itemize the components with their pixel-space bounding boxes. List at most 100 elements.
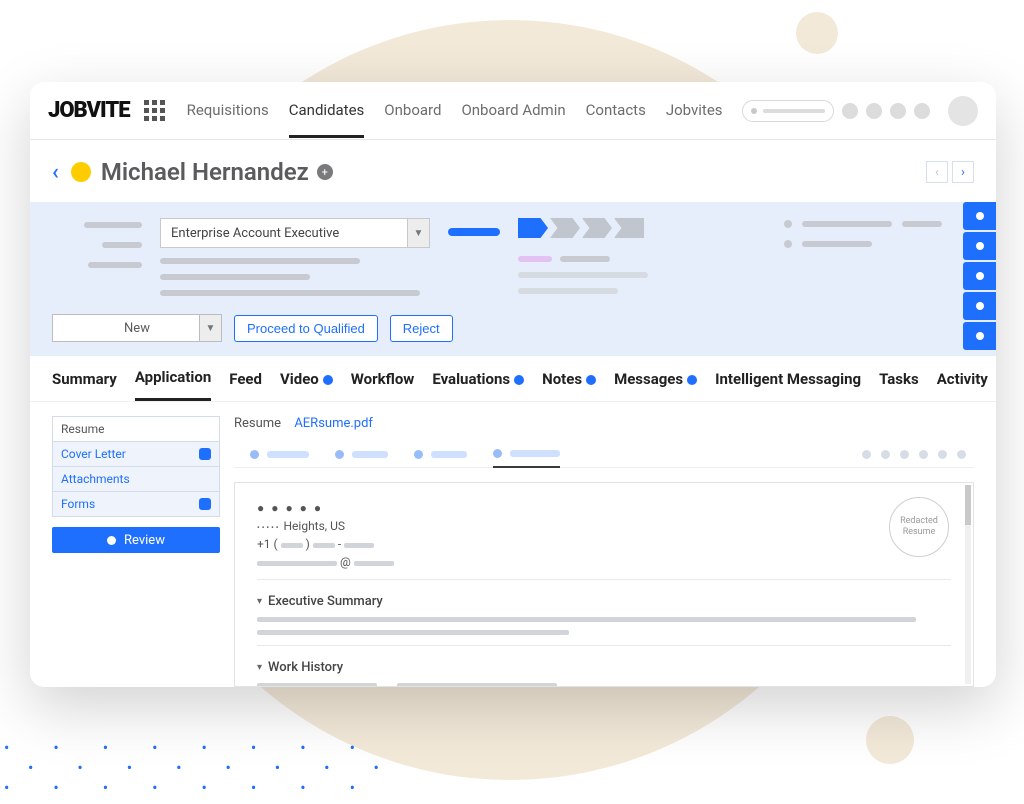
search-input[interactable] (742, 100, 834, 122)
pager-prev[interactable]: ‹ (926, 161, 948, 183)
dot-icon (107, 536, 116, 545)
add-icon[interactable]: + (317, 164, 333, 180)
application-body: Resume Cover Letter Attachments Forms Re… (30, 402, 996, 687)
nav-requisitions[interactable]: Requisitions (187, 83, 269, 138)
chevron-down-icon: ▾ (257, 662, 262, 673)
decorative-circle (866, 716, 914, 764)
status-select[interactable]: New ▼ (52, 314, 222, 342)
nav-contacts[interactable]: Contacts (586, 83, 646, 138)
nav-onboard-admin[interactable]: Onboard Admin (461, 83, 565, 138)
topbar-action-icon[interactable] (890, 103, 906, 119)
stage-step[interactable] (518, 218, 548, 238)
candidate-info-panel: Enterprise Account Executive ▼ (30, 202, 996, 356)
stage-step[interactable] (550, 218, 580, 238)
stage-progress[interactable] (518, 218, 648, 238)
main-nav: Requisitions Candidates Onboard Onboard … (187, 83, 723, 138)
subnav-cover-letter[interactable]: Cover Letter (52, 442, 220, 467)
status-square-icon (199, 498, 211, 510)
resume-action-icon[interactable] (938, 450, 947, 459)
resume-breadcrumb: Resume AERsume.pdf (234, 416, 974, 431)
resume-document: Redacted Resume ● ● ● ● ● ••••• Heights,… (234, 482, 974, 687)
placeholder-skeleton (763, 109, 825, 113)
side-tab[interactable] (963, 262, 996, 290)
phone-prefix: +1 ( (257, 537, 278, 551)
resume-action-icon[interactable] (862, 450, 871, 459)
resume-tab[interactable] (414, 450, 467, 459)
info-labels-col (52, 218, 142, 268)
tab-tasks[interactable]: Tasks (879, 370, 919, 400)
topbar-right (742, 96, 978, 126)
resume-action-icon[interactable] (957, 450, 966, 459)
topbar-action-icon[interactable] (842, 103, 858, 119)
resume-tab[interactable] (335, 450, 388, 459)
resume-tab-active[interactable] (493, 449, 560, 468)
tab-video[interactable]: Video (280, 370, 333, 400)
apps-grid-icon[interactable] (144, 100, 165, 121)
side-tabs (963, 202, 996, 350)
topbar-action-icon[interactable] (914, 103, 930, 119)
pager-next[interactable]: › (952, 161, 974, 183)
side-tab[interactable] (963, 232, 996, 260)
stage-step[interactable] (614, 218, 644, 238)
stage-step[interactable] (582, 218, 612, 238)
tab-intelligent-messaging[interactable]: Intelligent Messaging (715, 370, 861, 400)
review-button[interactable]: Review (52, 527, 220, 553)
badge-dot-icon (586, 375, 596, 385)
tab-workflow[interactable]: Workflow (351, 370, 415, 400)
chevron-down-icon: ▾ (257, 596, 262, 607)
resume-section-work-history[interactable]: ▾ Work History (257, 660, 951, 675)
side-tab[interactable] (963, 322, 996, 350)
application-subnav: Resume Cover Letter Attachments Forms Re… (52, 416, 220, 687)
app-window: JOBVITE Requisitions Candidates Onboard … (30, 82, 996, 687)
resume-section-exec-summary[interactable]: ▾ Executive Summary (257, 594, 951, 609)
topbar: JOBVITE Requisitions Candidates Onboard … (30, 82, 996, 140)
decorative-dots: • • • • • • • • • • • • • • • • • • • • … (4, 738, 399, 798)
resume-pane: Resume AERsume.pdf Redact (234, 416, 974, 687)
tab-evaluations[interactable]: Evaluations (432, 370, 524, 400)
chevron-down-icon: ▼ (407, 219, 429, 247)
requisition-select[interactable]: Enterprise Account Executive ▼ (160, 218, 430, 248)
nav-jobvites[interactable]: Jobvites (666, 83, 723, 138)
candidate-name: Michael Hernandez (101, 158, 309, 186)
nav-candidates[interactable]: Candidates (289, 83, 365, 138)
action-row: New ▼ Proceed to Qualified Reject (52, 314, 974, 342)
redacted-stamp: Redacted Resume (889, 497, 949, 557)
tab-notes[interactable]: Notes (542, 370, 596, 400)
side-tab[interactable] (963, 292, 996, 320)
topbar-action-icon[interactable] (866, 103, 882, 119)
subnav-forms[interactable]: Forms (52, 492, 220, 517)
back-chevron-icon[interactable]: ‹ (52, 160, 59, 185)
tab-activity[interactable]: Activity (937, 370, 988, 400)
status-selected: New (124, 321, 150, 336)
resume-action-icon[interactable] (881, 450, 890, 459)
resume-action-icon[interactable] (900, 450, 909, 459)
redacted-name: ● ● ● ● ● (257, 501, 951, 515)
subnav-resume[interactable]: Resume (52, 416, 220, 442)
chevron-down-icon: ▼ (199, 315, 221, 341)
proceed-button[interactable]: Proceed to Qualified (234, 315, 378, 342)
redacted-text: ••••• (257, 523, 281, 532)
phone-mid: ) (306, 537, 313, 551)
reject-button[interactable]: Reject (390, 315, 453, 342)
badge-dot-icon (323, 375, 333, 385)
breadcrumb: ‹ Michael Hernandez + ‹ › (30, 140, 996, 202)
tab-messages[interactable]: Messages (614, 370, 697, 400)
resume-action-icon[interactable] (919, 450, 928, 459)
section-tabs: Summary Application Feed Video Workflow … (30, 356, 996, 402)
info-right-col (784, 218, 974, 248)
tab-summary[interactable]: Summary (52, 370, 117, 400)
pager: ‹ › (926, 161, 974, 183)
nav-onboard[interactable]: Onboard (384, 83, 441, 138)
requisition-selected: Enterprise Account Executive (171, 226, 339, 241)
resume-file-link[interactable]: AERsume.pdf (294, 416, 373, 431)
decorative-circle (796, 12, 838, 54)
side-tab[interactable] (963, 202, 996, 230)
status-square-icon (199, 448, 211, 460)
tab-feed[interactable]: Feed (229, 370, 262, 400)
tab-application[interactable]: Application (135, 368, 211, 401)
subnav-attachments[interactable]: Attachments (52, 467, 220, 492)
email-at: @ (340, 555, 354, 569)
avatar[interactable] (948, 96, 978, 126)
status-dot-icon (71, 162, 91, 182)
resume-tab[interactable] (250, 450, 309, 459)
